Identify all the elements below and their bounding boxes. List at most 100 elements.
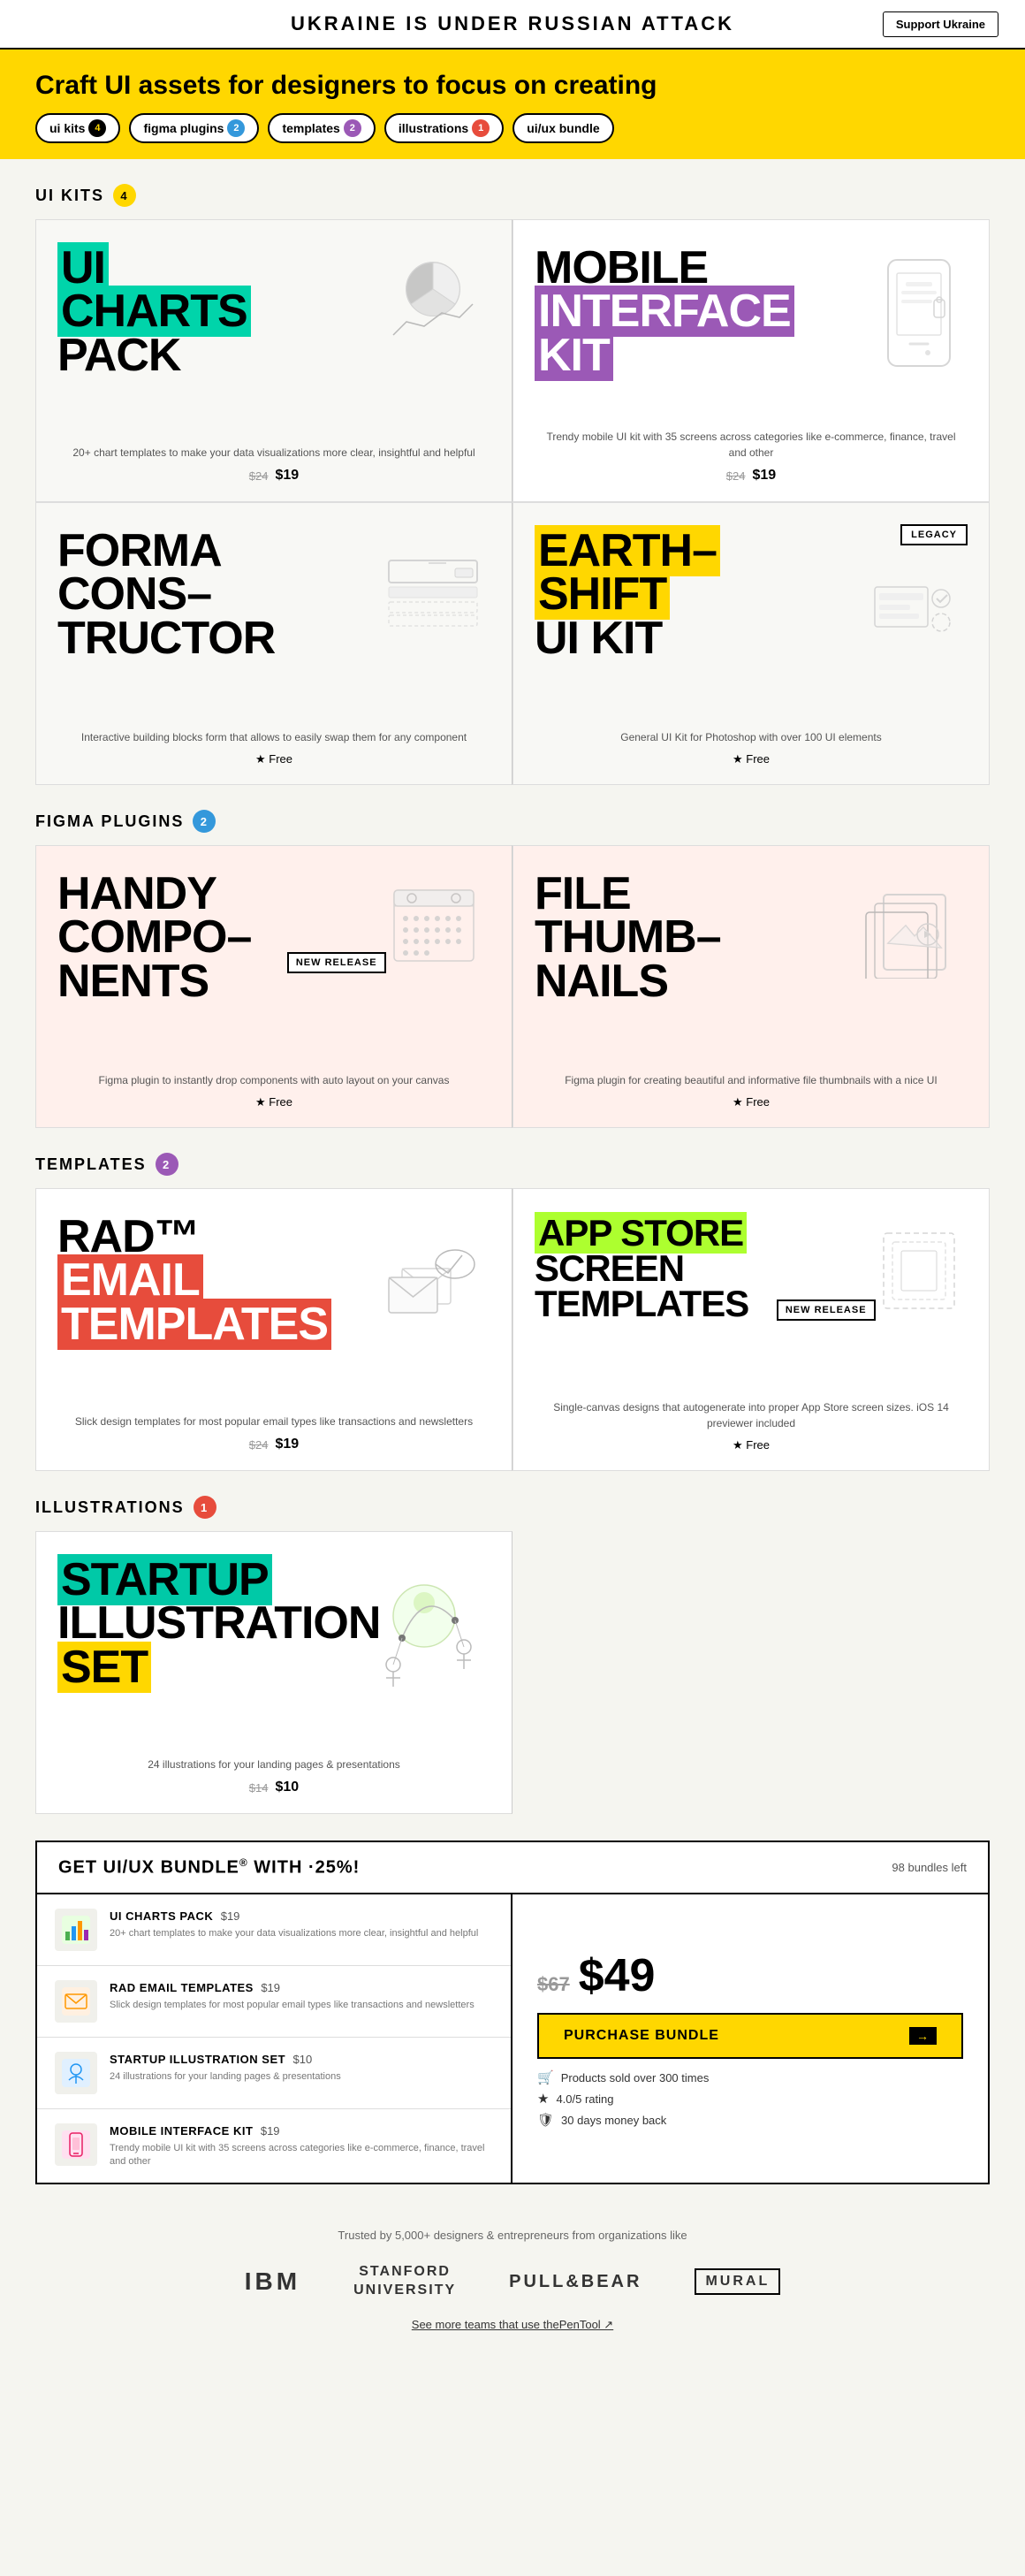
templates-grid: RAD™ EMAIL TEMPLATES Slick design templa… [0, 1188, 1025, 1471]
product-desc: Figma plugin to instantly drop component… [57, 1072, 490, 1088]
new-price: $19 [276, 1437, 300, 1452]
title-word: TRUCTOR [57, 613, 275, 664]
filter-badge: 4 [88, 119, 106, 137]
item-desc: Trendy mobile UI kit with 35 screens acr… [110, 2142, 493, 2169]
bundles-left: 98 bundles left [892, 1861, 967, 1874]
filter-templates[interactable]: templates 2 [268, 113, 375, 143]
bundle-item-info: UI CHARTS PACK $19 20+ chart templates t… [110, 1909, 478, 1940]
product-footer: ★ Free [57, 752, 490, 766]
section-label: ILLUSTRATIONS [35, 1498, 185, 1517]
filter-ui-kits[interactable]: ui kits 4 [35, 113, 120, 143]
filter-label: figma plugins [143, 121, 224, 135]
logos-row: IBM StanfordUniversity PULL&BEAR MURAL [35, 2263, 990, 2300]
superscript: ® [239, 1856, 248, 1869]
bundle-cta: $67 $49 Purchase Bundle → 🛒 Products sol… [512, 1894, 988, 2184]
figma-plugins-grid: HANDY COMPO– NENTS NEW RELEASE [0, 845, 1025, 1128]
product-desc: Single-canvas designs that autogenerate … [535, 1399, 968, 1431]
product-desc: 20+ chart templates to make your data vi… [57, 445, 490, 461]
email-icon [60, 1985, 92, 2017]
bundle-item-icon [55, 1980, 97, 2023]
product-illustration: NEW RELEASE [777, 1224, 959, 1321]
bundle-content: UI CHARTS PACK $19 20+ chart templates t… [37, 1894, 988, 2184]
filter-label: ui kits [49, 121, 85, 135]
filter-illustrations[interactable]: illustrations 1 [384, 113, 504, 143]
item-name-text: STARTUP ILLUSTRATION SET [110, 2053, 285, 2066]
figma-plugins-header: FIGMA PLUGINS 2 [0, 785, 1025, 845]
section-badge: 2 [156, 1153, 178, 1176]
purchase-btn-label: Purchase Bundle [564, 2028, 719, 2044]
title-word: NENTS [57, 956, 209, 1007]
filter-badge: 2 [227, 119, 245, 137]
stars: ★ Free [733, 752, 770, 766]
product-footer: $24 $19 [57, 1437, 490, 1452]
illustrations-grid: STARTUP ILLUSTRATION SET [0, 1531, 1025, 1814]
bundle-item-info: STARTUP ILLUSTRATION SET $10 24 illustra… [110, 2052, 341, 2084]
item-desc: 24 illustrations for your landing pages … [110, 2070, 341, 2084]
support-button[interactable]: Support Ukraine [883, 11, 998, 37]
ui-kits-header: UI KITS 4 [0, 159, 1025, 219]
title-highlight: KIT [535, 330, 613, 381]
perk-text: Products sold over 300 times [561, 2071, 710, 2084]
item-desc: Slick design templates for most popular … [110, 1999, 475, 2012]
product-footer: ★ Free [535, 752, 968, 766]
see-more-link[interactable]: See more teams that use thePenTool ↗ [35, 2318, 990, 2367]
trusted-text: Trusted by 5,000+ designers & entreprene… [35, 2229, 990, 2242]
item-name-text: MOBILE INTERFACE KIT [110, 2124, 253, 2138]
perk-money-back: 🛡 30 days money back [537, 2112, 709, 2128]
bundle-item-icon [55, 2123, 97, 2166]
filter-tags: ui kits 4 figma plugins 2 templates 2 il… [35, 113, 990, 143]
product-footer: ★ Free [57, 1095, 490, 1109]
filter-figma-plugins[interactable]: figma plugins 2 [129, 113, 259, 143]
old-price: $24 [249, 469, 269, 483]
product-footer: ★ Free [535, 1095, 968, 1109]
product-footer: $14 $10 [57, 1780, 490, 1795]
title-highlight: TEMPLATES [57, 1299, 331, 1350]
empty-cell [512, 1531, 990, 1814]
product-footer: $24 $19 [57, 468, 490, 484]
filter-bundle[interactable]: ui/ux bundle [512, 113, 613, 143]
chart-illustration [384, 255, 482, 344]
new-release-badge: NEW RELEASE [287, 952, 386, 973]
ui-kits-grid: UI CHARTS PACK 20+ chart templates to ma… [0, 219, 1025, 785]
filter-badge: 2 [344, 119, 361, 137]
new-price: $19 [276, 468, 300, 484]
shield-icon: 🛡 [537, 2112, 554, 2128]
bundle-price-row: $67 $49 [537, 1949, 655, 2002]
filter-label: ui/ux bundle [527, 121, 599, 135]
startup-illustration [367, 1567, 482, 1691]
title-word: TEMPLATES [535, 1283, 748, 1324]
star-icon: ★ [537, 2091, 549, 2107]
hero-section: Craft UI assets for designers to focus o… [0, 50, 1025, 159]
product-desc: 24 illustrations for your landing pages … [57, 1757, 490, 1772]
new-price: $19 [753, 468, 777, 484]
new-release-badge: NEW RELEASE [777, 1299, 876, 1321]
bundle-item: MOBILE INTERFACE KIT $19 Trendy mobile U… [37, 2109, 511, 2184]
perk-text: 30 days money back [561, 2114, 666, 2127]
bundle-item-name: UI CHARTS PACK $19 [110, 1909, 478, 1924]
bundle-item-icon [55, 2052, 97, 2094]
item-price: $19 [221, 1909, 240, 1923]
logo-stanford: StanfordUniversity [353, 2263, 456, 2300]
product-desc: Trendy mobile UI kit with 35 screens acr… [535, 429, 968, 461]
cart-icon: 🛒 [537, 2069, 554, 2085]
bundle-item-icon [55, 1909, 97, 1951]
item-name-text: RAD EMAIL TEMPLATES [110, 1981, 254, 1994]
product-illustration [384, 1242, 482, 1326]
stars: ★ Free [733, 1438, 770, 1452]
product-desc: Interactive building blocks form that al… [57, 729, 490, 745]
phone-illustration [879, 255, 959, 370]
section-badge: 1 [194, 1496, 216, 1519]
product-card-handy-components: HANDY COMPO– NENTS NEW RELEASE [35, 845, 512, 1128]
bundle-old-price: $67 [537, 1973, 570, 1996]
illustrations-header: ILLUSTRATIONS 1 [0, 1471, 1025, 1531]
thumbnail-illustration [862, 881, 959, 979]
constructor-illustration [384, 556, 482, 627]
bundle-new-price: $49 [579, 1949, 656, 2002]
charts-icon [60, 1914, 92, 1946]
ui-kit-illustration [870, 583, 959, 653]
old-price: $24 [726, 469, 746, 483]
purchase-button[interactable]: Purchase Bundle → [537, 2013, 963, 2059]
title-word: UI KIT [535, 613, 662, 664]
product-card-forma-constructor: FORMA CONS– TRUCTOR Interactive building… [35, 502, 512, 785]
title-word: PACK [57, 330, 180, 381]
